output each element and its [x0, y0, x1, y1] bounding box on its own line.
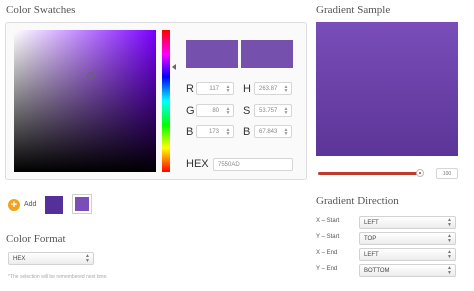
hue-slider-handle-icon[interactable]	[172, 64, 176, 70]
color-swatches-title: Color Swatches	[6, 4, 76, 16]
plus-icon[interactable]: +	[8, 199, 20, 211]
s-field[interactable]: 53.757 ▲ ▼	[254, 104, 292, 117]
y-start-select[interactable]: TOP ▲ ▼	[359, 232, 456, 245]
r-value: 117	[209, 86, 219, 92]
color-format-value: HEX	[13, 256, 26, 262]
brightness-label: B	[243, 126, 251, 138]
x-start-label: X – Start	[316, 218, 340, 224]
add-color-label[interactable]: Add	[24, 201, 36, 208]
hue-slider[interactable]	[162, 30, 170, 172]
gradient-opacity-slider[interactable]	[318, 172, 422, 175]
saved-color-swatch-selected[interactable]	[72, 194, 92, 214]
spinner-icon[interactable]: ▲ ▼	[283, 85, 289, 94]
g-label: G	[186, 105, 195, 117]
b-field[interactable]: 173 ▲ ▼	[196, 125, 234, 138]
y-end-select[interactable]: BOTTOM ▲ ▼	[359, 264, 456, 277]
gradient-preview	[316, 22, 458, 156]
s-label: S	[243, 105, 251, 117]
y-start-value: TOP	[364, 236, 377, 242]
previous-color-swatch	[186, 40, 238, 68]
slider-handle-dot-icon	[419, 172, 421, 174]
hex-input[interactable]: 7550AD	[213, 158, 293, 171]
select-arrows-icon: ▲ ▼	[85, 253, 90, 264]
h-value: 263.87	[259, 86, 278, 92]
brightness-value: 67.843	[259, 129, 278, 135]
saturation-brightness-picker[interactable]	[14, 30, 156, 172]
select-arrows-icon: ▲ ▼	[447, 265, 452, 276]
y-start-label: Y – Start	[316, 234, 340, 240]
select-arrows-icon: ▲ ▼	[447, 233, 452, 244]
r-field[interactable]: 117 ▲ ▼	[196, 82, 234, 95]
x-start-select[interactable]: LEFT ▲ ▼	[359, 216, 456, 229]
h-field[interactable]: 263.87 ▲ ▼	[254, 82, 292, 95]
x-end-label: X – End	[316, 250, 338, 256]
x-end-value: LEFT	[364, 252, 379, 258]
color-format-select[interactable]: HEX ▲ ▼	[8, 252, 94, 265]
h-label: H	[243, 83, 251, 95]
b-label: B	[186, 126, 194, 138]
select-arrows-icon: ▲ ▼	[447, 217, 452, 228]
format-note: *The selection will be remembered next t…	[8, 274, 108, 280]
slider-value-field[interactable]: 100	[436, 168, 458, 179]
y-end-label: Y – End	[316, 266, 338, 272]
g-field[interactable]: 80 ▲ ▼	[196, 104, 234, 117]
s-value: 53.757	[259, 108, 278, 114]
brightness-field[interactable]: 67.843 ▲ ▼	[254, 125, 292, 138]
gradient-sample-title: Gradient Sample	[316, 4, 391, 16]
gradient-direction-title: Gradient Direction	[316, 195, 399, 207]
saved-color-swatch[interactable]	[45, 196, 63, 214]
spinner-icon[interactable]: ▲ ▼	[283, 128, 289, 137]
x-start-value: LEFT	[364, 220, 379, 226]
y-end-value: BOTTOM	[364, 268, 390, 274]
spinner-icon[interactable]: ▲ ▼	[225, 85, 231, 94]
hex-label: HEX	[186, 158, 209, 170]
picker-cursor[interactable]	[87, 72, 95, 80]
select-arrows-icon: ▲ ▼	[447, 249, 452, 260]
spinner-icon[interactable]: ▲ ▼	[225, 128, 231, 137]
current-color-swatch	[241, 40, 293, 68]
r-label: R	[186, 83, 194, 95]
g-value: 80	[212, 108, 219, 114]
x-end-select[interactable]: LEFT ▲ ▼	[359, 248, 456, 261]
b-value: 173	[208, 129, 219, 135]
spinner-icon[interactable]: ▲ ▼	[225, 107, 231, 116]
color-format-title: Color Format	[6, 233, 66, 245]
spinner-icon[interactable]: ▲ ▼	[283, 107, 289, 116]
